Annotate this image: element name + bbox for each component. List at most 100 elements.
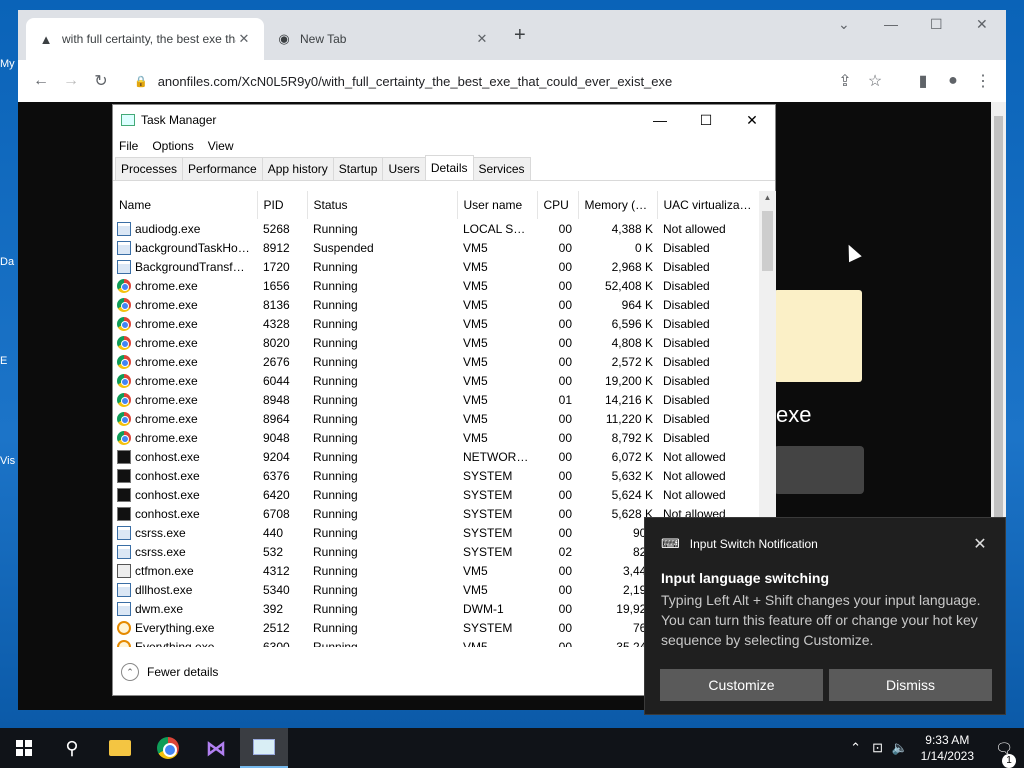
table-row[interactable]: backgroundTaskHos... 8912 Suspended VM5 00 0 … (113, 238, 759, 257)
cell-uac: Disabled (663, 335, 710, 350)
tab-processes[interactable]: Processes (115, 157, 184, 180)
lock-icon[interactable]: 🔒 (134, 75, 148, 88)
close-icon[interactable]: ✕ (729, 112, 775, 129)
scrollbar-thumb[interactable] (994, 116, 1003, 536)
reload-icon[interactable]: ↻ (86, 66, 116, 96)
minimize-icon[interactable]: — (637, 112, 683, 128)
notification-icon: 🗨 (995, 739, 1013, 756)
table-row[interactable]: chrome.exe 2676 Running VM5 00 2,572 K Disable… (113, 352, 759, 371)
table-row[interactable]: conhost.exe 6376 Running SYSTEM 00 5,632 K Not… (113, 466, 759, 485)
new-tab-button[interactable]: + (514, 24, 526, 47)
column-header-memory[interactable]: Memory (a... (578, 191, 658, 219)
download-button[interactable] (774, 446, 864, 494)
process-every-icon (117, 639, 131, 647)
share-icon[interactable]: ⇪ (830, 66, 860, 96)
tab-close-icon[interactable]: ✕ (236, 31, 252, 47)
cell-status: Running (313, 259, 358, 274)
cell-name: chrome.exe (113, 352, 257, 371)
desktop-icon[interactable]: Vis (0, 455, 18, 467)
cell-cpu: 00 (558, 411, 572, 426)
tab-details[interactable]: Details (424, 155, 474, 180)
column-header-cpu[interactable]: CPU (537, 191, 579, 219)
process-name: Everything.exe (135, 620, 215, 635)
tab-new-tab[interactable]: ◉ New Tab ✕ (264, 18, 502, 60)
table-row[interactable]: conhost.exe 6420 Running SYSTEM 00 5,624 K Not… (113, 485, 759, 504)
table-row[interactable]: chrome.exe 8948 Running VM5 01 14,216 K Disabl… (113, 390, 759, 409)
tab-search-icon[interactable]: ⌄ (838, 16, 850, 33)
column-header-user-name[interactable]: User name (457, 191, 538, 219)
table-row[interactable]: chrome.exe 4328 Running VM5 00 6,596 K Disable… (113, 314, 759, 333)
table-row[interactable]: chrome.exe 6044 Running VM5 00 19,200 K Disabl… (113, 371, 759, 390)
table-row[interactable]: BackgroundTransfer... 1720 Running VM5 00 2,9… (113, 257, 759, 276)
cell-cpu: 00 (558, 278, 572, 293)
close-window-icon[interactable]: ✕ (976, 16, 988, 33)
table-row[interactable]: audiodg.exe 5268 Running LOCAL SE... 00 4,388… (113, 219, 759, 238)
tab-anonfiles[interactable]: ▲ with full certainty, the best exe that… (26, 18, 264, 60)
table-row[interactable]: chrome.exe 9048 Running VM5 00 8,792 K Disable… (113, 428, 759, 447)
desktop-icon[interactable]: My (0, 58, 18, 70)
table-row[interactable]: chrome.exe 8020 Running VM5 00 4,808 K Disable… (113, 333, 759, 352)
menu-options[interactable]: Options (152, 139, 193, 153)
cell-status: Running (313, 373, 358, 388)
tab-services[interactable]: Services (472, 157, 531, 180)
cell-uac: Disabled (663, 316, 710, 331)
process-name: Everything.exe (135, 639, 215, 648)
action-center-button[interactable]: 🗨 1 (984, 739, 1024, 768)
menu-kebab-icon[interactable]: ⋮ (968, 66, 998, 96)
minimize-icon[interactable]: — (884, 16, 898, 32)
column-header-uac[interactable]: UAC virtualizat... (657, 191, 759, 219)
desktop-icon[interactable]: E (0, 355, 18, 367)
side-panel-icon[interactable]: ▮ (908, 66, 938, 96)
tab-performance[interactable]: Performance (182, 157, 263, 180)
process-chrome-icon (117, 373, 131, 388)
bookmark-star-icon[interactable]: ☆ (860, 66, 890, 96)
table-row[interactable]: chrome.exe 1656 Running VM5 00 52,408 K Disabl… (113, 276, 759, 295)
menu-file[interactable]: File (119, 139, 138, 153)
table-row[interactable]: conhost.exe 9204 Running NETWORK... 00 6,072 … (113, 447, 759, 466)
column-header-name[interactable]: Name (113, 191, 258, 219)
scrollbar-thumb[interactable] (762, 211, 773, 271)
cell-user: NETWORK... (463, 449, 535, 464)
visual-studio-taskbar-button[interactable]: ⋈ (192, 728, 240, 768)
process-name: csrss.exe (135, 525, 186, 540)
volume-icon[interactable]: 🔈 (889, 740, 911, 756)
cell-uac: Disabled (663, 373, 710, 388)
fewer-details-button[interactable]: ⌃ Fewer details (113, 657, 218, 687)
back-icon[interactable]: ← (26, 66, 56, 96)
tab-close-icon[interactable]: ✕ (474, 31, 490, 47)
cell-name: chrome.exe (113, 333, 257, 352)
scroll-up-icon[interactable]: ▲ (759, 193, 776, 202)
tab-users[interactable]: Users (382, 157, 426, 180)
cell-uac: Disabled (663, 259, 710, 274)
forward-icon[interactable]: → (56, 66, 86, 96)
tab-startup[interactable]: Startup (332, 157, 384, 180)
column-header-pid[interactable]: PID (257, 191, 308, 219)
task-manager-taskbar-button[interactable] (240, 728, 288, 768)
table-row[interactable]: chrome.exe 8964 Running VM5 00 11,220 K Disabl… (113, 409, 759, 428)
search-button[interactable]: ⚲ (48, 728, 96, 768)
column-header-status[interactable]: Status (307, 191, 458, 219)
cell-user: SYSTEM (463, 525, 513, 540)
cell-pid: 8912 (263, 240, 290, 255)
maximize-icon[interactable]: ☐ (930, 16, 943, 33)
notification-close-icon[interactable]: ✕ (955, 534, 1005, 554)
menu-view[interactable]: View (208, 139, 234, 153)
clock[interactable]: 9:33 AM 1/14/2023 (911, 732, 984, 764)
desktop-icon[interactable]: Da (0, 256, 18, 268)
show-hidden-icons-icon[interactable]: ⌃ (845, 740, 867, 756)
start-button[interactable] (0, 728, 48, 768)
cell-name: Everything.exe (113, 637, 257, 647)
profile-avatar-icon[interactable]: ● (938, 66, 968, 96)
cell-status: Running (313, 468, 358, 483)
file-explorer-button[interactable] (96, 728, 144, 768)
customize-button[interactable]: Customize (660, 669, 823, 701)
table-row[interactable]: chrome.exe 8136 Running VM5 00 964 K Disabled (113, 295, 759, 314)
cell-cpu: 00 (558, 240, 572, 255)
tab-app-history[interactable]: App history (261, 157, 334, 180)
dismiss-button[interactable]: Dismiss (829, 669, 992, 701)
maximize-icon[interactable]: ☐ (683, 112, 729, 129)
cell-pid: 8964 (263, 411, 290, 426)
chrome-taskbar-button[interactable] (144, 728, 192, 768)
network-icon[interactable]: ⊡ (867, 740, 889, 756)
address-bar[interactable]: 🔒 anonfiles.com/XcN0L5R9y0/with_full_cer… (124, 66, 900, 96)
